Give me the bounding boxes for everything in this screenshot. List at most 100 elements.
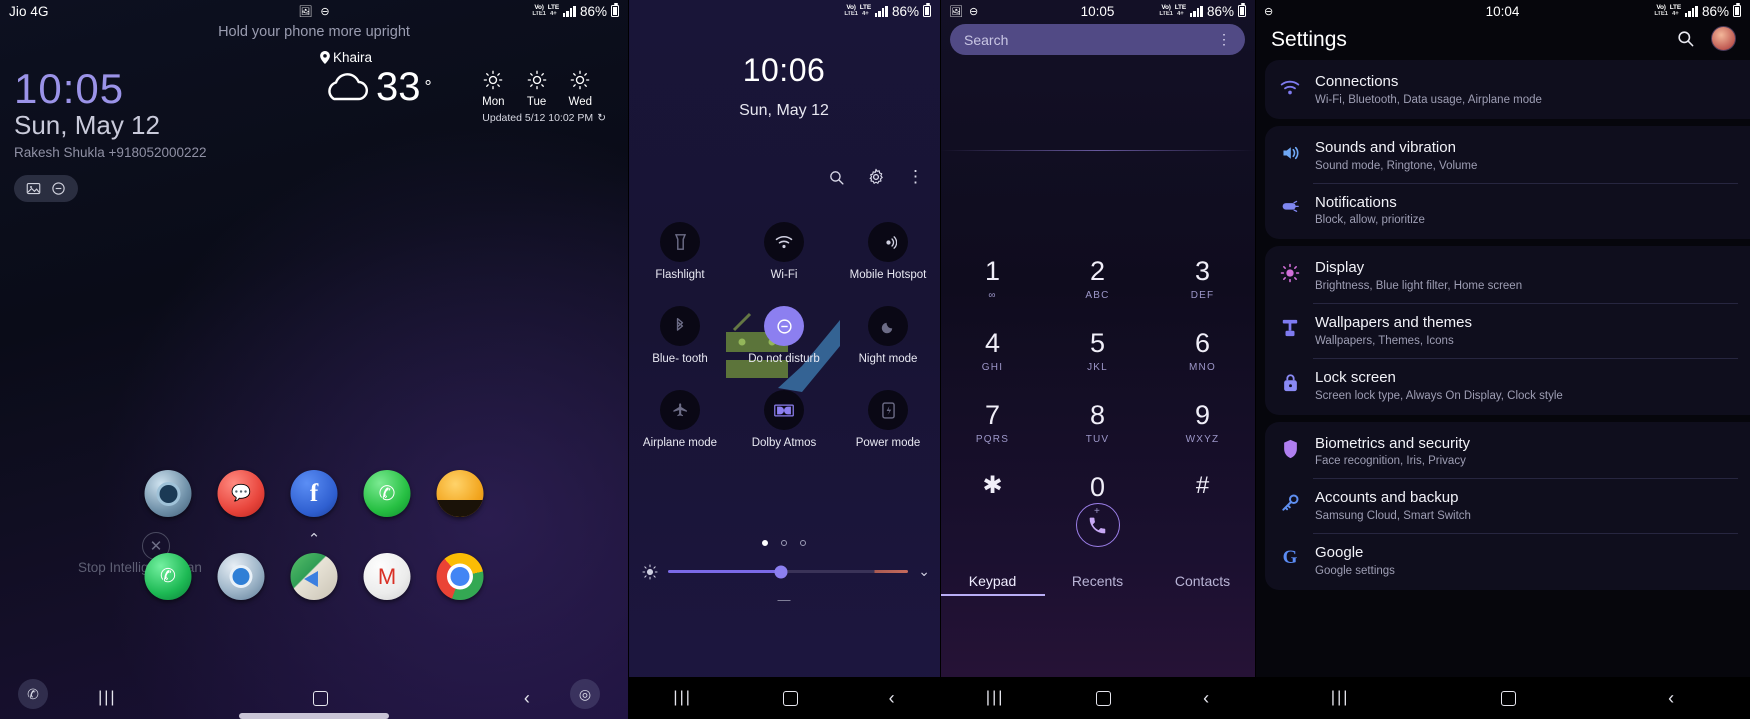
key-7[interactable]: 7 PQRS (940, 402, 1045, 446)
settings-item-notifications[interactable]: Notifications Block, allow, prioritize (1265, 182, 1750, 238)
qs-toggle-wifi[interactable]: Wi-Fi (732, 222, 836, 282)
weather-widget[interactable]: Khaira 33 ° Mon Tue Wed Updated 5/12 10:… (320, 50, 620, 124)
settings-item-connections[interactable]: Connections Wi-Fi, Bluetooth, Data usage… (1265, 62, 1750, 117)
key-5[interactable]: 5 JKL (1045, 330, 1150, 374)
settings-item-subtitle: Wi-Fi, Bluetooth, Data usage, Airplane m… (1315, 93, 1542, 106)
kebab-menu-icon[interactable]: ⋮ (907, 168, 924, 185)
app-icon-messages[interactable]: 💬 (217, 470, 265, 517)
key-9[interactable]: 9 WXYZ (1150, 402, 1255, 446)
nav-back-button[interactable]: ‹ (524, 688, 530, 709)
do-not-disturb-icon[interactable] (51, 181, 66, 196)
kebab-menu-icon[interactable]: ⋮ (1217, 31, 1231, 48)
nav-back-button[interactable]: ‹ (1203, 688, 1209, 709)
qs-toggle-bluetooth[interactable]: Blue- tooth (628, 306, 732, 366)
key-sublabel: MNO (1189, 362, 1216, 373)
app-icon-phone[interactable]: ✆ (144, 553, 192, 600)
key-3[interactable]: 3 DEF (1150, 258, 1255, 302)
search-icon[interactable] (1676, 29, 1695, 48)
gear-icon[interactable] (867, 168, 885, 186)
location-pin-icon (320, 51, 330, 64)
avatar[interactable] (1711, 26, 1736, 51)
app-icon-browser[interactable] (217, 553, 265, 600)
app-icon-maps[interactable] (290, 553, 338, 600)
qs-toggle-power-mode[interactable]: Power mode (836, 390, 940, 450)
brightness-slider-row[interactable]: ⌄ (642, 563, 930, 580)
bluetooth-icon[interactable] (660, 306, 700, 347)
qs-toggle-dnd[interactable]: Do not disturb (732, 306, 836, 366)
upright-hint: Hold your phone more upright (218, 24, 410, 40)
key-number: ✱ (982, 472, 1003, 499)
brightness-slider-knob[interactable] (774, 565, 788, 578)
settings-item-accounts-and-backup[interactable]: Accounts and backup Samsung Cloud, Smart… (1265, 478, 1750, 533)
nav-back-button[interactable]: ‹ (1668, 688, 1674, 709)
key-8[interactable]: 8 TUV (1045, 402, 1150, 446)
dolby-icon[interactable] (764, 390, 804, 431)
settings-header-actions (1676, 26, 1736, 51)
airplane-icon[interactable] (660, 390, 700, 431)
lockscreen-notification-chips[interactable] (14, 175, 78, 202)
nav-home-button[interactable] (782, 690, 798, 706)
key-2[interactable]: 2 ABC (1045, 258, 1150, 302)
app-icon-contact-photo[interactable] (436, 470, 484, 517)
app-icon-chrome[interactable] (436, 553, 484, 600)
refresh-icon[interactable]: ↻ (597, 112, 606, 124)
dnd-status-icon: ⊖ (320, 5, 330, 18)
do-not-disturb-icon[interactable] (764, 306, 804, 347)
settings-item-sounds-and-vibration[interactable]: Sounds and vibration Sound mode, Rington… (1265, 128, 1750, 183)
key-sublabel: GHI (981, 362, 1004, 373)
app-icon-whatsapp[interactable]: ✆ (363, 470, 411, 517)
brightness-icon (642, 563, 658, 580)
key-1[interactable]: 1 ∞ (940, 258, 1045, 302)
settings-item-wallpapers-and-themes[interactable]: Wallpapers and themes Wallpapers, Themes… (1265, 303, 1750, 358)
dialer-search-bar[interactable]: Search ⋮ (950, 24, 1245, 55)
quicksettings-page-dots[interactable] (628, 540, 940, 546)
app-icon-samsung-internet[interactable] (144, 470, 192, 517)
key-hash[interactable]: # (1150, 474, 1255, 517)
settings-item-biometrics-and-security[interactable]: Biometrics and security Face recognition… (1265, 424, 1750, 479)
hotspot-icon[interactable] (868, 222, 908, 262)
nav-home-button[interactable] (312, 690, 328, 706)
qs-toggle-night-mode[interactable]: Night mode (836, 306, 940, 366)
qs-toggle-hotspot[interactable]: Mobile Hotspot (836, 222, 940, 282)
app-icon-facebook[interactable]: f (290, 470, 338, 517)
key-6[interactable]: 6 MNO (1150, 330, 1255, 374)
key-star[interactable]: ✱ (940, 474, 1045, 517)
dialer-tabs: Keypad Recents Contacts (940, 573, 1255, 596)
call-button[interactable] (1075, 503, 1120, 547)
power-mode-icon[interactable] (868, 390, 908, 431)
settings-item-lock-screen[interactable]: Lock screen Screen lock type, Always On … (1265, 357, 1750, 413)
nav-recents-button[interactable]: ||| (986, 689, 1004, 707)
image-status-icon: 🖼 (298, 5, 313, 18)
page-dot[interactable] (781, 540, 787, 546)
settings-item-text: Wallpapers and themes Wallpapers, Themes… (1315, 314, 1472, 347)
tab-keypad[interactable]: Keypad (940, 573, 1045, 596)
nav-home-button[interactable] (1096, 690, 1112, 706)
key-4[interactable]: 4 GHI (940, 330, 1045, 374)
app-icon-gmail[interactable]: M (363, 553, 411, 600)
nav-recents-button[interactable]: ||| (1331, 689, 1349, 707)
chevron-down-icon[interactable]: ⌄ (918, 563, 930, 580)
tab-contacts[interactable]: Contacts (1150, 573, 1255, 596)
panel-drag-handle[interactable]: — (628, 592, 940, 607)
tab-recents[interactable]: Recents (1045, 573, 1150, 596)
qs-toggle-flashlight[interactable]: Flashlight (628, 222, 732, 282)
qs-toggle-dolby-atmos[interactable]: Dolby Atmos (732, 390, 836, 450)
nav-back-button[interactable]: ‹ (889, 688, 895, 709)
brightness-slider[interactable] (668, 565, 909, 578)
nav-recents-button[interactable]: ||| (673, 689, 691, 707)
search-icon[interactable] (828, 169, 845, 186)
moon-icon[interactable] (868, 306, 908, 347)
lockscreen-date: Sun, May 12 (14, 110, 160, 140)
app-drawer-arrow-icon[interactable]: ⌃ (0, 530, 628, 548)
nav-recents-button[interactable]: ||| (98, 689, 116, 707)
gallery-icon[interactable] (26, 181, 41, 196)
page-dot[interactable] (800, 540, 806, 546)
flashlight-icon[interactable] (660, 222, 700, 262)
wifi-icon[interactable] (764, 222, 804, 262)
settings-item-google[interactable]: G Google Google settings (1265, 533, 1750, 588)
settings-item-display[interactable]: Display Brightness, Blue light filter, H… (1265, 248, 1750, 303)
qs-toggle-airplane-mode[interactable]: Airplane mode (628, 390, 732, 450)
nav-home-button[interactable] (1501, 690, 1517, 706)
page-dot-active[interactable] (762, 540, 768, 546)
panel-settings: ⊖ 10:04 Vo) LTE1 LTE 4+ 86% Settings Con… (1255, 0, 1750, 719)
